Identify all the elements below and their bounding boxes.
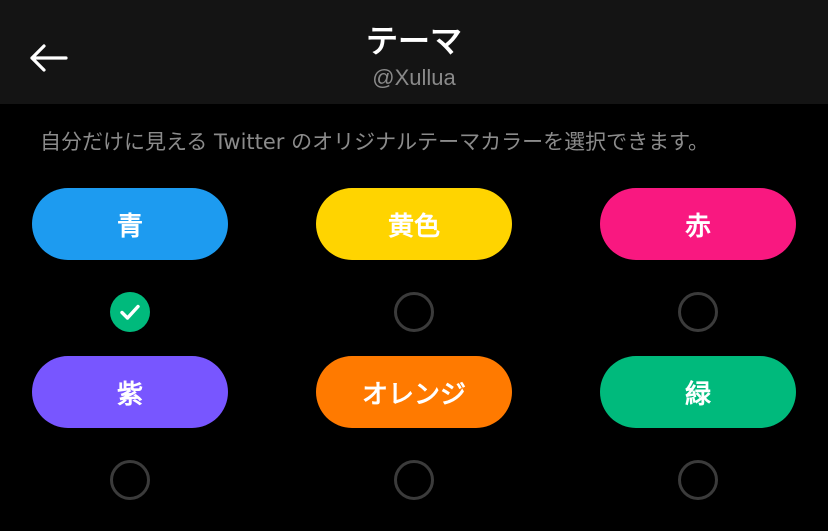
theme-radio-yellow[interactable] xyxy=(394,292,434,332)
theme-button-green[interactable]: 緑 xyxy=(600,356,796,428)
theme-label: 赤 xyxy=(684,211,711,242)
theme-label: 黄色 xyxy=(387,211,440,242)
theme-radio-blue[interactable] xyxy=(110,292,150,332)
theme-radio-purple[interactable] xyxy=(110,460,150,500)
theme-color-grid: 青 黄色 赤 紫 オレンジ 緑 xyxy=(0,0,828,531)
theme-button-purple[interactable]: 紫 xyxy=(32,356,228,428)
theme-label: オレンジ xyxy=(361,379,466,410)
theme-radio-orange[interactable] xyxy=(394,460,434,500)
theme-button-orange[interactable]: オレンジ xyxy=(316,356,512,428)
theme-radio-red[interactable] xyxy=(678,292,718,332)
theme-button-red[interactable]: 赤 xyxy=(600,188,796,260)
check-icon xyxy=(120,304,140,320)
theme-radio-green[interactable] xyxy=(678,460,718,500)
theme-label: 紫 xyxy=(116,379,143,410)
theme-button-blue[interactable]: 青 xyxy=(32,188,228,260)
theme-label: 緑 xyxy=(684,379,711,410)
theme-label: 青 xyxy=(116,211,143,242)
theme-button-yellow[interactable]: 黄色 xyxy=(316,188,512,260)
